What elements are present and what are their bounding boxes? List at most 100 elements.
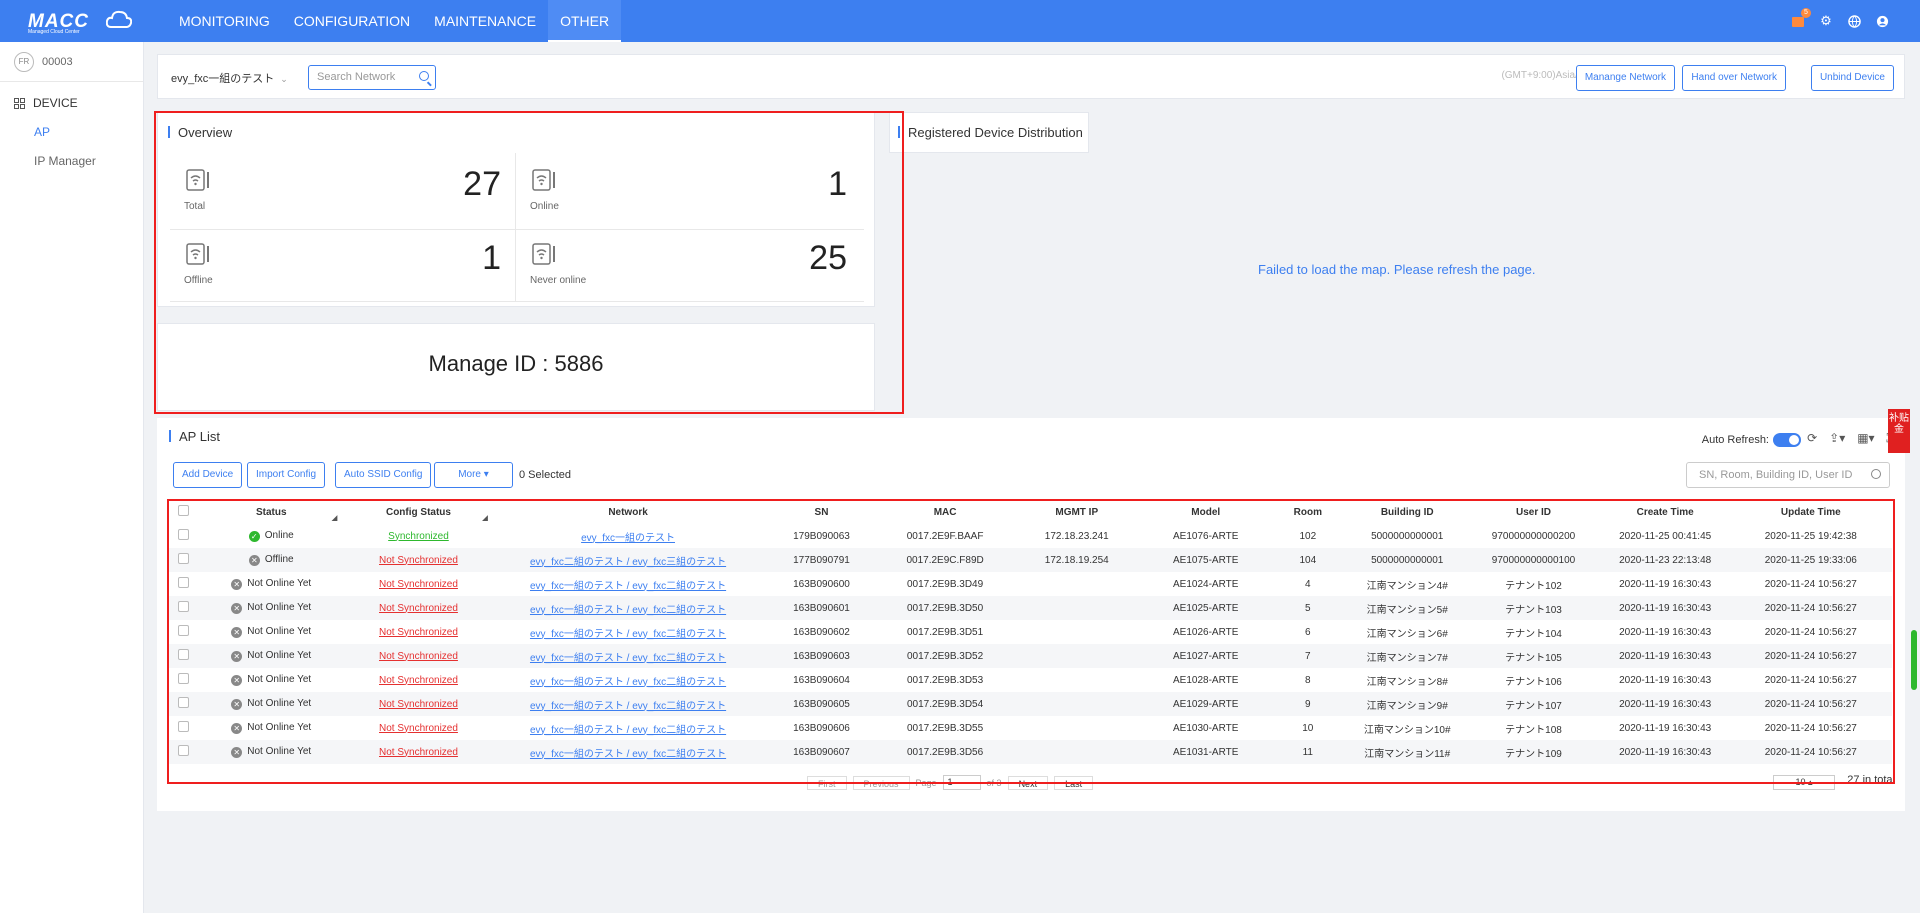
table-row[interactable]: ✓ Online Synchronized evy_fxc一組のテスト 179B0900…	[167, 524, 1892, 548]
cell-building-id: 5000000000001	[1371, 530, 1444, 542]
map-error-message[interactable]: Failed to load the map. Please refresh t…	[1258, 262, 1536, 277]
table-row[interactable]: ✕ Not Online Yet Not Synchronized evy_fxc一組…	[167, 740, 1892, 764]
network-link[interactable]: evy_fxc一組のテスト / evy_fxc二組のテスト	[530, 701, 726, 712]
row-checkbox[interactable]	[177, 553, 189, 564]
column-header-mac[interactable]: MAC	[881, 500, 1010, 524]
config-status-link[interactable]: Synchronized	[388, 531, 449, 542]
network-link[interactable]: evy_fxc二組のテスト / evy_fxc三組のテスト	[530, 557, 726, 568]
nav-item-maintenance[interactable]: MAINTENANCE	[422, 0, 548, 42]
row-checkbox[interactable]	[177, 673, 189, 684]
overview-title: Overview	[168, 125, 232, 140]
select-all-checkbox[interactable]	[177, 505, 189, 516]
config-status-link[interactable]: Not Synchronized	[379, 627, 458, 638]
column-header-building-id[interactable]: Building ID	[1348, 500, 1466, 524]
row-checkbox[interactable]	[177, 529, 189, 540]
table-row[interactable]: ✕ Offline Not Synchronized evy_fxc二組のテスト / …	[167, 548, 1892, 572]
search-icon[interactable]	[1871, 469, 1881, 479]
globe-icon[interactable]	[1846, 13, 1862, 29]
config-status-link[interactable]: Not Synchronized	[379, 603, 458, 614]
network-link[interactable]: evy_fxc一組のテスト / evy_fxc二組のテスト	[530, 629, 726, 640]
column-header-status[interactable]: Status ◢	[199, 500, 343, 524]
side-promo-tab[interactable]: 补贴金	[1888, 409, 1910, 453]
network-link[interactable]: evy_fxc一組のテスト / evy_fxc二組のテスト	[530, 749, 726, 760]
column-header-config-status[interactable]: Config Status ◢	[343, 500, 493, 524]
row-checkbox[interactable]	[177, 649, 189, 660]
row-checkbox[interactable]	[177, 745, 189, 756]
row-checkbox[interactable]	[177, 577, 189, 588]
table-row[interactable]: ✕ Not Online Yet Not Synchronized evy_fxc一組…	[167, 668, 1892, 692]
config-status-link[interactable]: Not Synchronized	[379, 555, 458, 566]
config-status-link[interactable]: Not Synchronized	[379, 723, 458, 734]
column-header-sn[interactable]: SN	[762, 500, 880, 524]
config-status-link[interactable]: Not Synchronized	[379, 699, 458, 710]
filter-icon[interactable]: ◢	[482, 514, 487, 522]
hand-over-network-button[interactable]: Hand over Network	[1682, 65, 1786, 91]
nav-item-monitoring[interactable]: MONITORING	[167, 0, 282, 42]
config-status-link[interactable]: Not Synchronized	[379, 675, 458, 686]
config-status-link[interactable]: Not Synchronized	[379, 579, 458, 590]
table-row[interactable]: ✕ Not Online Yet Not Synchronized evy_fxc一組…	[167, 644, 1892, 668]
brand-logo[interactable]: MACC Managed Cloud Center	[28, 8, 132, 35]
notification-icon[interactable]: 5	[1790, 8, 1811, 29]
network-link[interactable]: evy_fxc一組のテスト / evy_fxc二組のテスト	[530, 677, 726, 688]
first-page-button[interactable]: First	[807, 775, 847, 790]
cell-status: ✕ Not Online Yet	[199, 668, 343, 692]
auto-ssid-config-button[interactable]: Auto SSID Config	[335, 462, 432, 488]
column-header-create-time[interactable]: Create Time	[1601, 500, 1730, 524]
scrollbar-thumb[interactable]	[1911, 630, 1917, 690]
network-link[interactable]: evy_fxc一組のテスト / evy_fxc二組のテスト	[530, 605, 726, 616]
user-account-icon[interactable]	[1874, 13, 1890, 29]
settings-gear-icon[interactable]: ⚙	[1818, 13, 1834, 29]
table-row[interactable]: ✕ Not Online Yet Not Synchronized evy_fxc一組…	[167, 596, 1892, 620]
network-link[interactable]: evy_fxc一組のテスト / evy_fxc二組のテスト	[530, 653, 726, 664]
refresh-icon[interactable]: ⟳	[1807, 431, 1817, 446]
auto-refresh-toggle[interactable]	[1773, 433, 1801, 447]
row-checkbox[interactable]	[177, 697, 189, 708]
search-network-input[interactable]: Search Network	[308, 65, 436, 90]
column-header-network[interactable]: Network	[494, 500, 763, 524]
row-checkbox[interactable]	[177, 625, 189, 636]
user-info[interactable]: FR 00003	[0, 42, 143, 82]
network-link[interactable]: evy_fxc一組のテスト / evy_fxc二組のテスト	[530, 581, 726, 592]
search-icon[interactable]	[419, 71, 429, 81]
sidebar-item-ip-manager[interactable]: IP Manager	[0, 154, 143, 168]
row-checkbox[interactable]	[177, 601, 189, 612]
manage-network-button[interactable]: Manange Network	[1575, 65, 1675, 91]
page-size-select[interactable]: 10 ▴	[1773, 775, 1835, 790]
nav-item-other[interactable]: OTHER	[548, 0, 622, 42]
cell-config-status: Not Synchronized	[343, 596, 494, 620]
device-search-input[interactable]: SN, Room, Building ID, User ID	[1686, 462, 1890, 488]
nav-item-configuration[interactable]: CONFIGURATION	[282, 0, 422, 42]
export-icon[interactable]: ⇪▾	[1829, 431, 1845, 446]
unbind-device-button[interactable]: Unbind Device	[1810, 65, 1894, 91]
table-row[interactable]: ✕ Not Online Yet Not Synchronized evy_fxc一組…	[167, 572, 1892, 596]
page-number-input[interactable]: 1	[942, 775, 981, 790]
last-page-button[interactable]: Last	[1054, 775, 1094, 790]
table-row[interactable]: ✕ Not Online Yet Not Synchronized evy_fxc一組…	[167, 692, 1892, 716]
more-button[interactable]: More ▾	[434, 462, 513, 488]
network-link[interactable]: evy_fxc一組のテスト	[581, 533, 675, 544]
offline-status-icon: ✕	[231, 747, 243, 758]
import-config-button[interactable]: Import Config	[247, 462, 326, 488]
column-header-mgmt-ip[interactable]: MGMT IP	[1010, 500, 1144, 524]
config-status-link[interactable]: Not Synchronized	[379, 747, 458, 758]
column-header-room[interactable]: Room	[1268, 500, 1349, 524]
config-status-link[interactable]: Not Synchronized	[379, 651, 458, 662]
sidebar-section-device[interactable]: DEVICE	[0, 82, 143, 110]
sidebar-item-ap[interactable]: AP	[0, 125, 143, 139]
status-text: Not Online Yet	[247, 650, 312, 661]
network-selector[interactable]: evy_fxc一組のテスト ⌄	[171, 70, 288, 86]
network-link[interactable]: evy_fxc一組のテスト / evy_fxc二組のテスト	[530, 725, 726, 736]
filter-icon[interactable]: ◢	[332, 514, 337, 522]
column-header-update-time[interactable]: Update Time	[1730, 500, 1892, 524]
offline-status-icon: ✕	[231, 579, 243, 590]
next-page-button[interactable]: Next	[1007, 775, 1049, 790]
row-checkbox[interactable]	[177, 721, 189, 732]
column-header-model[interactable]: Model	[1144, 500, 1268, 524]
columns-icon[interactable]: ▦▾	[1857, 431, 1874, 446]
column-header-user-id[interactable]: User ID	[1466, 500, 1600, 524]
previous-page-button[interactable]: Previous	[852, 775, 910, 790]
table-row[interactable]: ✕ Not Online Yet Not Synchronized evy_fxc一組…	[167, 716, 1892, 740]
add-device-button[interactable]: Add Device	[173, 462, 243, 488]
table-row[interactable]: ✕ Not Online Yet Not Synchronized evy_fxc一組…	[167, 620, 1892, 644]
